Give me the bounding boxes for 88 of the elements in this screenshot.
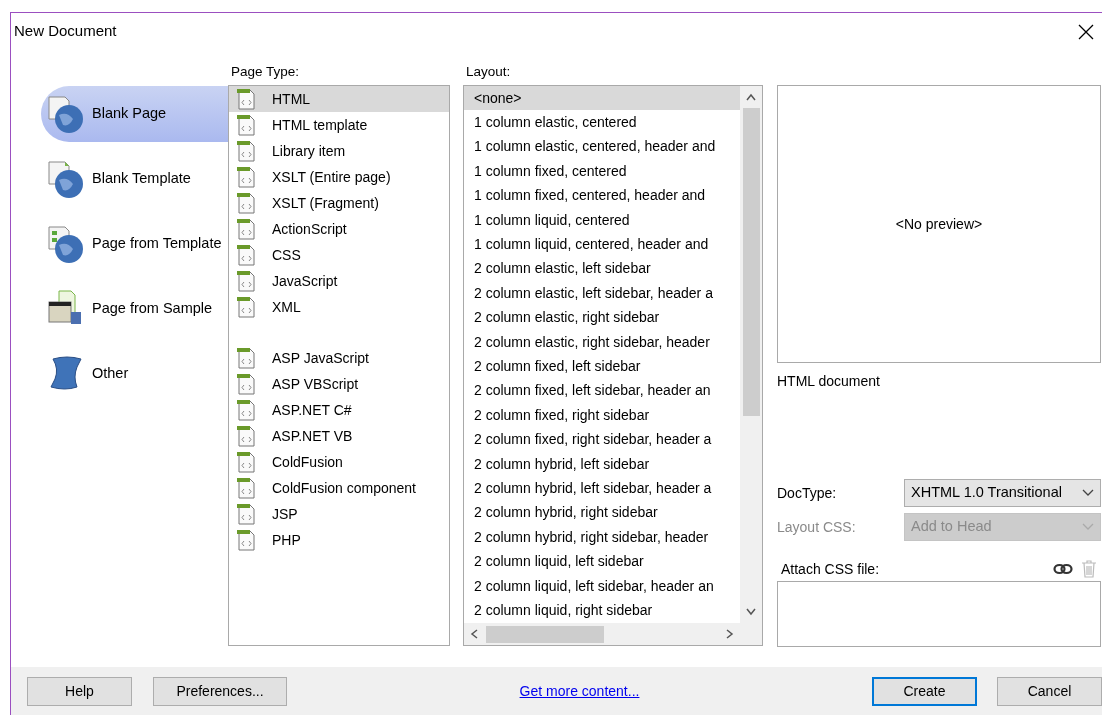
page-globe-icon [47,95,85,133]
page-type-item[interactable]: ColdFusion component [229,475,449,501]
page-type-item[interactable]: PHP [229,527,449,553]
page-type-item[interactable]: ASP VBScript [229,371,449,397]
document-icon [235,450,256,474]
page-type-item[interactable]: XSLT (Entire page) [229,164,449,190]
page-type-item[interactable]: XML [229,294,449,320]
page-type-item[interactable]: XSLT (Fragment) [229,190,449,216]
document-icon [235,528,256,552]
page-type-item[interactable]: CSS [229,242,449,268]
layout-item[interactable]: 2 column liquid, right sidebar [464,598,740,623]
category-item[interactable]: Other [41,346,228,402]
preferences-button[interactable]: Preferences... [153,676,287,706]
layout-item[interactable]: 2 column elastic, left sidebar [464,256,740,282]
field-label: Layout CSS: [777,517,857,537]
layout-label: Layout: [465,63,512,81]
window-title: New Document [14,21,117,42]
close-icon[interactable] [1078,23,1094,40]
layout-item[interactable]: 2 column liquid, left sidebar, header an [464,573,740,599]
template-globe-icon [47,225,85,263]
layout-item[interactable]: 1 column liquid, centered, header and [464,232,740,257]
description-text: HTML document [777,372,881,391]
page-type-item[interactable]: HTML template [229,112,449,138]
layout-item[interactable]: 1 column liquid, centered [464,207,740,233]
document-icon [235,217,256,241]
field-label: DocType: [777,483,838,503]
document-icon [235,424,256,448]
document-icon [235,191,256,215]
document-icon [235,165,256,189]
horizontal-scrollbar[interactable] [464,623,762,645]
help-button[interactable]: Help [27,676,132,706]
category-item[interactable]: Blank Page [41,86,228,142]
document-icon [235,502,256,526]
layout-item[interactable]: 2 column fixed, left sidebar, header an [464,378,740,404]
page-type-item[interactable]: HTML [229,86,449,112]
page-globe-icon [47,160,85,198]
layout-item[interactable]: 2 column hybrid, left sidebar [464,451,740,477]
layout-item[interactable]: 2 column hybrid, right sidebar, header [464,525,740,550]
page-type-item[interactable]: JSP [229,501,449,527]
document-icon [235,243,256,267]
document-icon [235,476,256,500]
scroll-thumb[interactable] [486,625,604,643]
document-icon [235,398,256,422]
document-icon [235,346,256,370]
page-type-item[interactable]: ASP.NET C# [229,397,449,423]
scroll-thumb[interactable] [742,108,760,416]
layout-item[interactable]: 2 column elastic, right sidebar, header [464,329,740,355]
layout-item[interactable]: 2 column fixed, left sidebar [464,354,740,379]
page-type-item[interactable]: Library item [229,138,449,164]
vertical-scrollbar[interactable] [740,86,762,623]
get-more-content-link[interactable]: Get more content... [519,682,640,699]
layout-item[interactable]: 1 column fixed, centered, header and [464,183,740,208]
layout-item[interactable]: 2 column hybrid, right sidebar [464,500,740,526]
page-type-item[interactable]: ASP.NET VB [229,423,449,449]
layout-item[interactable]: 2 column fixed, right sidebar, header a [464,427,740,452]
category-item[interactable]: Page from Sample [41,281,228,337]
link-icon[interactable] [1053,563,1073,575]
page-type-label: Page Type: [230,63,301,81]
create-button[interactable]: Create [872,676,977,706]
dropdown: Add to Head [904,513,1101,541]
dropdown[interactable]: XHTML 1.0 Transitional [904,479,1101,507]
cancel-button[interactable]: Cancel [997,676,1102,706]
page-type-item[interactable]: JavaScript [229,268,449,294]
layout-item[interactable]: 2 column hybrid, left sidebar, header a [464,476,740,501]
chevron-down-icon [1082,523,1094,531]
attach-css-field[interactable] [777,581,1101,647]
layout-item[interactable]: 2 column elastic, right sidebar [464,305,740,330]
document-icon [235,139,256,163]
layout-item[interactable]: 2 column liquid, left sidebar [464,549,740,574]
page-type-item[interactable]: ASP JavaScript [229,345,449,371]
layout-item[interactable]: <none> [464,86,740,111]
document-icon [235,372,256,396]
page-type-item[interactable]: ColdFusion [229,449,449,475]
layout-item[interactable]: 2 column elastic, left sidebar, header a [464,281,740,306]
category-item[interactable]: Page from Template [41,216,228,272]
document-icon [235,87,256,111]
preview-text: <No preview> [895,214,983,234]
layout-item[interactable]: 1 column elastic, centered [464,110,740,135]
document-icon [235,113,256,137]
category-item[interactable]: Blank Template [41,151,228,207]
page-type-item[interactable]: ActionScript [229,216,449,242]
attach-css-label: Attach CSS file: [781,559,880,579]
layout-item[interactable]: 2 column fixed, right sidebar [464,403,740,428]
chevron-down-icon [1082,489,1094,497]
document-icon [235,295,256,319]
document-icon [235,269,256,293]
layout-item[interactable]: 1 column elastic, centered, header and [464,134,740,160]
layout-item[interactable]: 1 column fixed, centered [464,159,740,184]
